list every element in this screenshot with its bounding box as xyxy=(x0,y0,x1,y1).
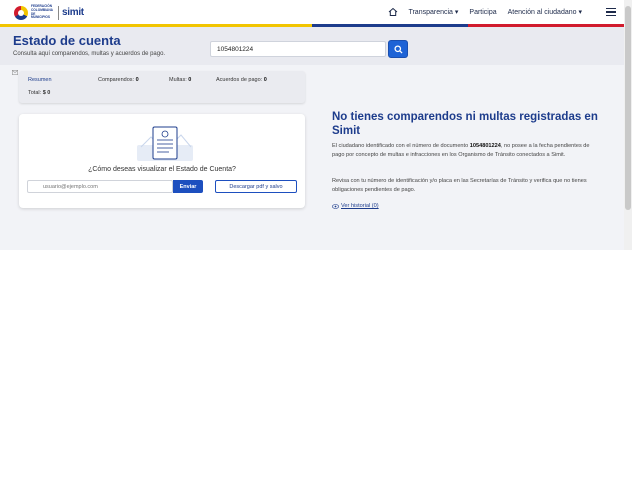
document-illustration-icon xyxy=(137,126,193,161)
logo-federation-text: FEDERACIÓN COLOMBIANA DE MUNICIPIOS xyxy=(31,4,53,20)
eye-icon xyxy=(332,203,339,209)
result-description: El ciudadano identificado con el número … xyxy=(332,142,602,159)
total-value: $ 0 xyxy=(42,90,51,96)
search-icon xyxy=(393,44,403,54)
multas-value: 0 xyxy=(188,77,192,83)
visualization-question: ¿Cómo deseas visualizar el Estado de Cue… xyxy=(88,166,236,173)
scrollbar-thumb[interactable] xyxy=(625,6,631,210)
logo-brand: simit xyxy=(62,7,84,18)
summary-resumen[interactable]: Resumen xyxy=(28,77,52,83)
comparendos-value: 0 xyxy=(135,77,139,83)
result-title: No tienes comparendos ni multas registra… xyxy=(332,111,598,137)
blank-area xyxy=(0,250,632,480)
summary-acuerdos: Acuerdos de pago: 0 xyxy=(216,77,267,83)
acuerdos-label: Acuerdos de pago: xyxy=(216,77,263,83)
history-link[interactable]: Ver historial (0) xyxy=(332,203,379,209)
multas-label: Multas: xyxy=(169,77,187,83)
result-p1-before: El ciudadano identificado con el número … xyxy=(332,143,470,149)
page-subtitle: Consulta aquí comparendos, multas y acue… xyxy=(13,51,166,57)
comparendos-label: Comparendos: xyxy=(98,77,135,83)
nav-links: Transparencia ▾ Participa Atención al ci… xyxy=(388,0,616,24)
nav-item-participa[interactable]: Participa xyxy=(469,9,496,16)
total-label: Total: xyxy=(28,90,42,96)
email-icon xyxy=(12,70,18,75)
home-icon[interactable] xyxy=(388,7,398,17)
summary-total: Total: $ 0 xyxy=(28,90,50,96)
summary-multas: Multas: 0 xyxy=(169,77,191,83)
summary-comparendos: Comparendos: 0 xyxy=(98,77,139,83)
document-search-input[interactable] xyxy=(210,41,386,57)
top-navbar: FEDERACIÓN COLOMBIANA DE MUNICIPIOS simi… xyxy=(0,0,624,24)
visualization-card: ¿Cómo deseas visualizar el Estado de Cue… xyxy=(19,114,305,208)
email-input[interactable] xyxy=(27,180,173,193)
history-link-label: Ver historial (0) xyxy=(341,203,379,209)
logo-divider xyxy=(58,5,59,20)
download-pdf-button[interactable]: Descargar pdf y salvo xyxy=(215,180,297,193)
federation-logo-icon xyxy=(14,5,28,20)
search-button[interactable] xyxy=(388,40,408,58)
result-advice: Revisa con tu número de identificación y… xyxy=(332,178,587,193)
page-title: Estado de cuenta xyxy=(13,33,121,48)
result-document-number: 1054801224 xyxy=(469,143,501,149)
summary-card: Resumen Comparendos: 0 Multas: 0 Acuerdo… xyxy=(19,71,305,103)
nav-item-transparencia[interactable]: Transparencia ▾ xyxy=(408,8,458,16)
send-button[interactable]: Enviar xyxy=(173,180,203,193)
nav-item-atencion[interactable]: Atención al ciudadano ▾ xyxy=(508,8,582,16)
acuerdos-value: 0 xyxy=(263,77,267,83)
logo[interactable]: FEDERACIÓN COLOMBIANA DE MUNICIPIOS simi… xyxy=(14,3,84,22)
hamburger-menu-icon[interactable] xyxy=(606,8,616,16)
